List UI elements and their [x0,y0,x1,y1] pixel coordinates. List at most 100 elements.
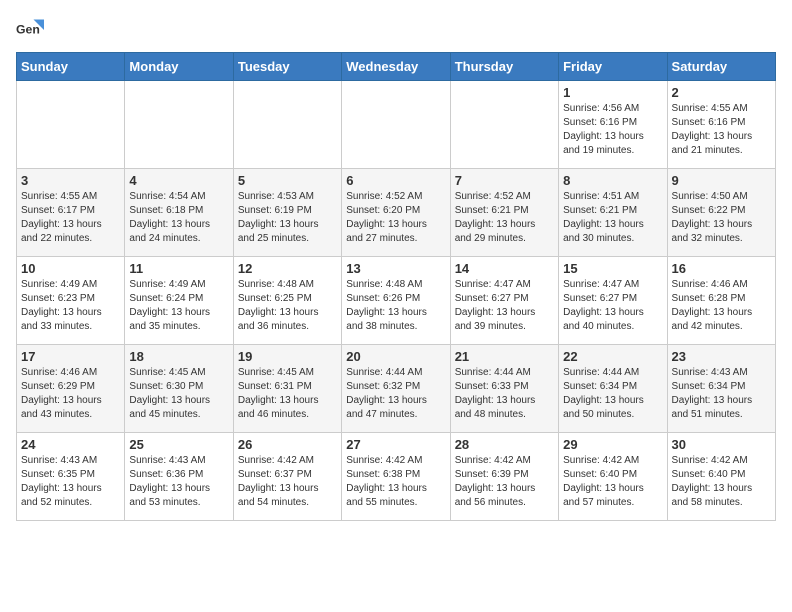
day-number: 23 [672,349,771,364]
day-info: Sunrise: 4:42 AM Sunset: 6:40 PM Dayligh… [563,454,662,510]
day-info: Sunrise: 4:49 AM Sunset: 6:23 PM Dayligh… [21,278,120,334]
day-info: Sunrise: 4:52 AM Sunset: 6:20 PM Dayligh… [346,190,445,246]
day-info: Sunrise: 4:50 AM Sunset: 6:22 PM Dayligh… [672,190,771,246]
day-info: Sunrise: 4:54 AM Sunset: 6:18 PM Dayligh… [129,190,228,246]
day-number: 12 [238,261,337,276]
day-number: 1 [563,85,662,100]
calendar-header-row: SundayMondayTuesdayWednesdayThursdayFrid… [17,53,776,81]
day-number: 26 [238,437,337,452]
day-info: Sunrise: 4:46 AM Sunset: 6:29 PM Dayligh… [21,366,120,422]
day-info: Sunrise: 4:53 AM Sunset: 6:19 PM Dayligh… [238,190,337,246]
day-number: 28 [455,437,554,452]
calendar-day-cell [233,81,341,169]
calendar-day-cell: 12 Sunrise: 4:48 AM Sunset: 6:25 PM Dayli… [233,257,341,345]
day-number: 20 [346,349,445,364]
calendar-week-row: 1 Sunrise: 4:56 AM Sunset: 6:16 PM Daylig… [17,81,776,169]
calendar-day-cell: 21 Sunrise: 4:44 AM Sunset: 6:33 PM Dayli… [450,345,558,433]
calendar-day-cell: 22 Sunrise: 4:44 AM Sunset: 6:34 PM Dayli… [559,345,667,433]
day-of-week-header: Tuesday [233,53,341,81]
calendar-day-cell: 25Sunrise: 4:43 AM Sunset: 6:36 PM Dayli… [125,433,233,521]
day-info: Sunrise: 4:52 AM Sunset: 6:21 PM Dayligh… [455,190,554,246]
day-info: Sunrise: 4:55 AM Sunset: 6:17 PM Dayligh… [21,190,120,246]
calendar-table: SundayMondayTuesdayWednesdayThursdayFrid… [16,52,776,521]
calendar-day-cell: 2 Sunrise: 4:55 AM Sunset: 6:16 PM Daylig… [667,81,775,169]
day-number: 16 [672,261,771,276]
calendar-day-cell [450,81,558,169]
calendar-day-cell [125,81,233,169]
calendar-day-cell: 11 Sunrise: 4:49 AM Sunset: 6:24 PM Dayli… [125,257,233,345]
day-number: 5 [238,173,337,188]
day-info: Sunrise: 4:44 AM Sunset: 6:32 PM Dayligh… [346,366,445,422]
calendar-day-cell: 5 Sunrise: 4:53 AM Sunset: 6:19 PM Daylig… [233,169,341,257]
calendar-day-cell: 13Sunrise: 4:48 AM Sunset: 6:26 PM Dayli… [342,257,450,345]
calendar-day-cell: 19Sunrise: 4:45 AM Sunset: 6:31 PM Dayli… [233,345,341,433]
day-number: 7 [455,173,554,188]
day-info: Sunrise: 4:49 AM Sunset: 6:24 PM Dayligh… [129,278,228,334]
day-of-week-header: Thursday [450,53,558,81]
day-number: 6 [346,173,445,188]
day-number: 10 [21,261,120,276]
day-info: Sunrise: 4:51 AM Sunset: 6:21 PM Dayligh… [563,190,662,246]
calendar-day-cell: 7 Sunrise: 4:52 AM Sunset: 6:21 PM Daylig… [450,169,558,257]
day-info: Sunrise: 4:47 AM Sunset: 6:27 PM Dayligh… [563,278,662,334]
day-number: 4 [129,173,228,188]
calendar-week-row: 17 Sunrise: 4:46 AM Sunset: 6:29 PM Dayli… [17,345,776,433]
calendar-day-cell: 23 Sunrise: 4:43 AM Sunset: 6:34 PM Dayli… [667,345,775,433]
day-number: 27 [346,437,445,452]
day-info: Sunrise: 4:43 AM Sunset: 6:35 PM Dayligh… [21,454,120,510]
calendar-day-cell: 9 Sunrise: 4:50 AM Sunset: 6:22 PM Daylig… [667,169,775,257]
day-info: Sunrise: 4:45 AM Sunset: 6:30 PM Dayligh… [129,366,228,422]
day-number: 21 [455,349,554,364]
calendar-day-cell: 1 Sunrise: 4:56 AM Sunset: 6:16 PM Daylig… [559,81,667,169]
day-number: 24 [21,437,120,452]
calendar-week-row: 3 Sunrise: 4:55 AM Sunset: 6:17 PM Daylig… [17,169,776,257]
day-of-week-header: Saturday [667,53,775,81]
day-info: Sunrise: 4:42 AM Sunset: 6:37 PM Dayligh… [238,454,337,510]
day-info: Sunrise: 4:42 AM Sunset: 6:38 PM Dayligh… [346,454,445,510]
calendar-day-cell: 3 Sunrise: 4:55 AM Sunset: 6:17 PM Daylig… [17,169,125,257]
calendar-day-cell: 15 Sunrise: 4:47 AM Sunset: 6:27 PM Dayli… [559,257,667,345]
day-info: Sunrise: 4:48 AM Sunset: 6:26 PM Dayligh… [346,278,445,334]
day-of-week-header: Friday [559,53,667,81]
day-info: Sunrise: 4:42 AM Sunset: 6:39 PM Dayligh… [455,454,554,510]
calendar-day-cell: 16Sunrise: 4:46 AM Sunset: 6:28 PM Dayli… [667,257,775,345]
day-info: Sunrise: 4:44 AM Sunset: 6:34 PM Dayligh… [563,366,662,422]
day-info: Sunrise: 4:56 AM Sunset: 6:16 PM Dayligh… [563,102,662,158]
calendar-day-cell [342,81,450,169]
day-number: 17 [21,349,120,364]
day-number: 2 [672,85,771,100]
calendar-day-cell: 6 Sunrise: 4:52 AM Sunset: 6:20 PM Daylig… [342,169,450,257]
logo-icon: Gen [16,16,44,44]
calendar-day-cell: 8 Sunrise: 4:51 AM Sunset: 6:21 PM Daylig… [559,169,667,257]
calendar-week-row: 10 Sunrise: 4:49 AM Sunset: 6:23 PM Dayli… [17,257,776,345]
calendar-day-cell: 27 Sunrise: 4:42 AM Sunset: 6:38 PM Dayli… [342,433,450,521]
day-info: Sunrise: 4:47 AM Sunset: 6:27 PM Dayligh… [455,278,554,334]
day-number: 18 [129,349,228,364]
calendar-day-cell: 20 Sunrise: 4:44 AM Sunset: 6:32 PM Dayli… [342,345,450,433]
day-number: 11 [129,261,228,276]
day-info: Sunrise: 4:55 AM Sunset: 6:16 PM Dayligh… [672,102,771,158]
page-header: Gen [16,16,776,44]
calendar-day-cell: 17 Sunrise: 4:46 AM Sunset: 6:29 PM Dayli… [17,345,125,433]
day-info: Sunrise: 4:44 AM Sunset: 6:33 PM Dayligh… [455,366,554,422]
day-of-week-header: Monday [125,53,233,81]
calendar-week-row: 24 Sunrise: 4:43 AM Sunset: 6:35 PM Dayli… [17,433,776,521]
day-number: 19 [238,349,337,364]
day-number: 9 [672,173,771,188]
day-number: 15 [563,261,662,276]
calendar-day-cell: 4 Sunrise: 4:54 AM Sunset: 6:18 PM Daylig… [125,169,233,257]
svg-text:Gen: Gen [16,23,40,37]
calendar-day-cell: 26 Sunrise: 4:42 AM Sunset: 6:37 PM Dayli… [233,433,341,521]
day-number: 3 [21,173,120,188]
day-number: 22 [563,349,662,364]
day-info: Sunrise: 4:43 AM Sunset: 6:36 PM Dayligh… [129,454,228,510]
calendar-day-cell: 30 Sunrise: 4:42 AM Sunset: 6:40 PM Dayli… [667,433,775,521]
calendar-day-cell: 14Sunrise: 4:47 AM Sunset: 6:27 PM Dayli… [450,257,558,345]
logo: Gen [16,16,48,44]
day-info: Sunrise: 4:48 AM Sunset: 6:25 PM Dayligh… [238,278,337,334]
day-info: Sunrise: 4:43 AM Sunset: 6:34 PM Dayligh… [672,366,771,422]
day-number: 30 [672,437,771,452]
day-number: 8 [563,173,662,188]
calendar-day-cell: 24 Sunrise: 4:43 AM Sunset: 6:35 PM Dayli… [17,433,125,521]
day-info: Sunrise: 4:42 AM Sunset: 6:40 PM Dayligh… [672,454,771,510]
